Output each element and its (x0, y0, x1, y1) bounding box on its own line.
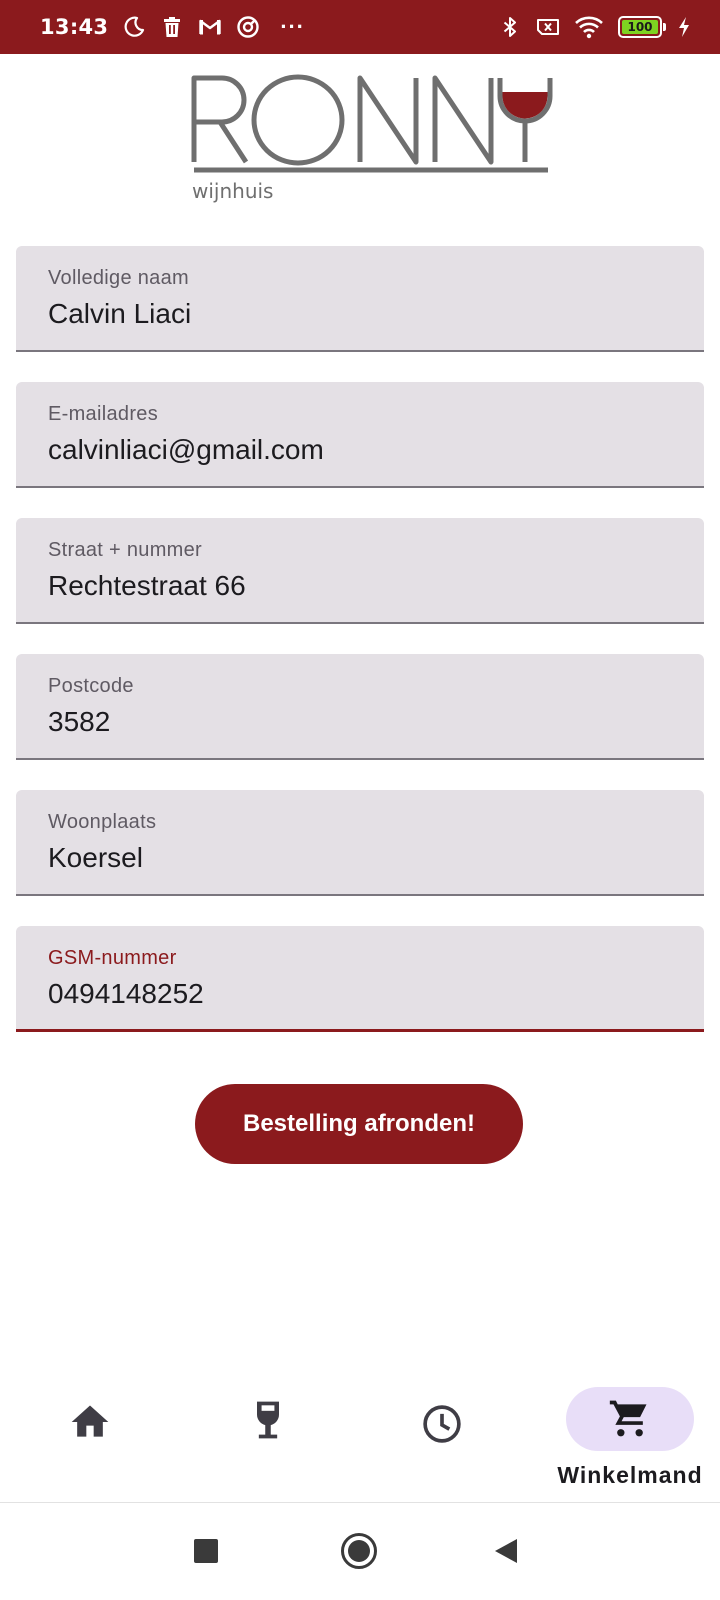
full-name-label: Volledige naam (48, 267, 189, 289)
postcode-field[interactable]: Postcode 3582 (16, 654, 704, 760)
email-value[interactable]: calvinliaci@gmail.com (48, 434, 324, 466)
phone-value[interactable]: 0494148252 (48, 978, 204, 1010)
bottom-navigation: Winkelmand (0, 1370, 720, 1502)
trash-icon (164, 17, 181, 37)
status-bar: 13:43 ... 100 (0, 0, 720, 54)
battery-level: 100 (622, 20, 658, 34)
phone-field[interactable]: GSM-nummer 0494148252 (16, 926, 704, 1032)
wine-glass-icon (257, 1401, 279, 1439)
email-label: E-mailadres (48, 403, 158, 425)
place-order-button[interactable]: Bestelling afronden! (195, 1084, 523, 1164)
circle-home-icon (341, 1533, 377, 1569)
nav-item-home[interactable] (0, 1370, 180, 1502)
cart-icon (609, 1400, 647, 1437)
ronny-wijnhuis-logo: wijnhuis (191, 74, 553, 203)
sim-off-icon (537, 19, 559, 35)
charging-icon (679, 17, 689, 37)
history-clock-icon (423, 1405, 461, 1443)
square-icon (194, 1539, 218, 1563)
status-time: 13:43 (40, 15, 109, 39)
status-bar-left: 13:43 ... (40, 0, 305, 54)
city-field[interactable]: Woonplaats Koersel (16, 790, 704, 896)
nav-item-cart[interactable]: Winkelmand (540, 1370, 720, 1502)
moon-icon (124, 16, 145, 37)
logo-subtitle: wijnhuis (192, 179, 273, 203)
city-label: Woonplaats (48, 811, 157, 833)
home-button[interactable] (331, 1523, 387, 1579)
street-value[interactable]: Rechtestraat 66 (48, 570, 246, 602)
recents-button[interactable] (178, 1523, 234, 1579)
phone-label: GSM-nummer (48, 947, 177, 969)
postcode-value[interactable]: 3582 (48, 706, 110, 738)
back-button[interactable] (478, 1523, 534, 1579)
email-field[interactable]: E-mailadres calvinliaci@gmail.com (16, 382, 704, 488)
full-name-field[interactable]: Volledige naam Calvin Liaci (16, 246, 704, 352)
home-icon (71, 1405, 109, 1437)
status-bar-right: 100 (498, 0, 692, 54)
gmail-icon (199, 19, 222, 35)
nav-label-cart: Winkelmand (557, 1462, 703, 1488)
nav-item-wines[interactable] (180, 1370, 360, 1502)
back-triangle-icon (495, 1539, 517, 1563)
wifi-icon (575, 16, 603, 39)
postcode-label: Postcode (48, 675, 134, 697)
full-name-value[interactable]: Calvin Liaci (48, 298, 191, 330)
battery-icon: 100 (618, 16, 666, 38)
nav-item-history[interactable] (360, 1370, 540, 1502)
system-navigation-bar (0, 1503, 720, 1600)
circle-icon (237, 16, 260, 38)
street-label: Straat + nummer (48, 539, 203, 561)
street-field[interactable]: Straat + nummer Rechtestraat 66 (16, 518, 704, 624)
bluetooth-icon (503, 17, 516, 37)
city-value[interactable]: Koersel (48, 842, 143, 874)
more-icon: ... (280, 8, 305, 33)
